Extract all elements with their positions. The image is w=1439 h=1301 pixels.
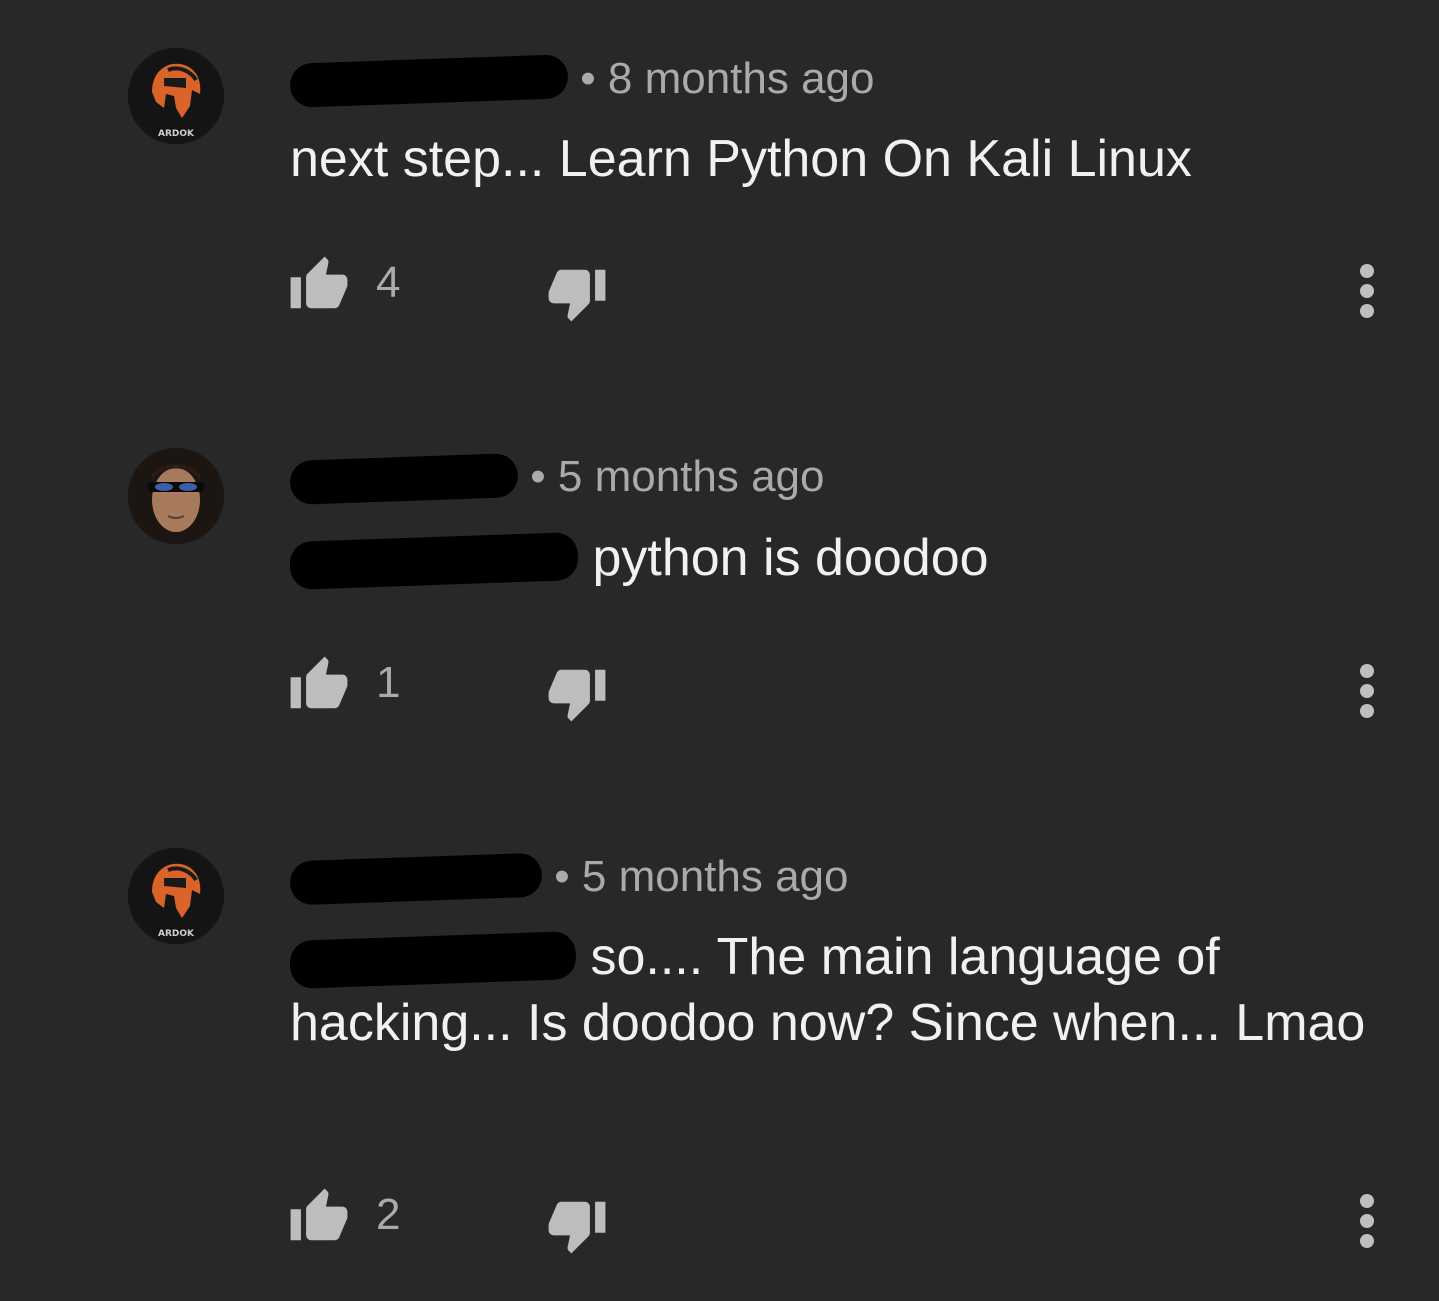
comment-text: python is doodoo bbox=[592, 529, 989, 587]
avatar-label: ARDOK bbox=[158, 929, 195, 939]
comment-time[interactable]: 8 months ago bbox=[608, 54, 875, 103]
like-count: 4 bbox=[376, 258, 401, 307]
like-count: 2 bbox=[376, 1190, 401, 1239]
thumb-up-icon[interactable] bbox=[288, 254, 350, 316]
spartan-helmet-icon: ARDOK bbox=[128, 48, 224, 144]
comment-time[interactable]: 5 months ago bbox=[558, 452, 825, 501]
separator-dot: • bbox=[554, 852, 582, 901]
thumb-down-icon[interactable] bbox=[546, 662, 608, 724]
thumb-down-icon[interactable] bbox=[546, 262, 608, 324]
redacted-mention[interactable] bbox=[289, 931, 577, 990]
redacted-username bbox=[289, 453, 519, 506]
separator-dot: • bbox=[580, 54, 608, 103]
comment-text: next step... Learn Python On Kali Linux bbox=[290, 130, 1192, 188]
redacted-username bbox=[289, 852, 543, 906]
avatar[interactable]: ARDOK bbox=[128, 48, 224, 144]
sunglasses-man-icon bbox=[128, 448, 224, 544]
redacted-mention bbox=[289, 532, 579, 591]
comment-text-line: python is doodoo bbox=[289, 525, 1370, 591]
avatar[interactable]: ARDOK bbox=[128, 848, 224, 944]
avatar[interactable] bbox=[128, 448, 224, 544]
spartan-helmet-icon: ARDOK bbox=[128, 848, 224, 944]
comment-text-block: so.... The main language of hacking... I… bbox=[289, 924, 1370, 1056]
more-options-icon[interactable] bbox=[1352, 1192, 1382, 1252]
thumb-up-icon[interactable] bbox=[288, 1186, 350, 1248]
comment-time[interactable]: 5 months ago bbox=[582, 852, 849, 901]
more-options-icon[interactable] bbox=[1352, 262, 1382, 322]
more-options-icon[interactable] bbox=[1352, 662, 1382, 722]
comment-meta: • 5 months ago bbox=[289, 852, 849, 906]
comment-meta: • 5 months ago bbox=[289, 452, 825, 506]
comment-meta: • 8 months ago bbox=[289, 54, 875, 109]
like-count: 1 bbox=[376, 658, 401, 707]
thumb-up-icon[interactable] bbox=[288, 654, 350, 716]
separator-dot: • bbox=[530, 452, 558, 501]
redacted-username bbox=[289, 54, 569, 109]
thumb-down-icon[interactable] bbox=[546, 1194, 608, 1256]
avatar-label: ARDOK bbox=[158, 129, 195, 139]
